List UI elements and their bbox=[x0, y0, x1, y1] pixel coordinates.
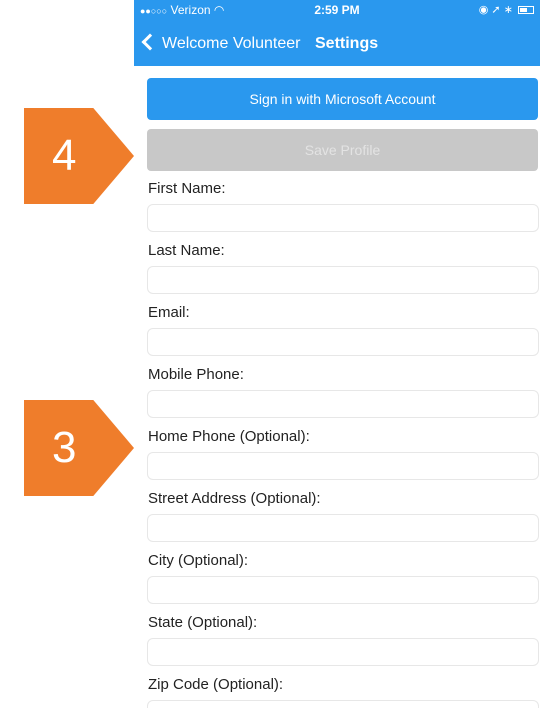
back-button-label: Welcome Volunteer bbox=[162, 35, 301, 52]
step-marker-3-number: 3 bbox=[52, 423, 77, 472]
status-right-icons: ◉ ➚ ∗ bbox=[479, 0, 534, 20]
mobile-phone-input[interactable] bbox=[147, 390, 539, 418]
home-phone-input[interactable] bbox=[147, 452, 539, 480]
state-input[interactable] bbox=[147, 638, 539, 666]
sign-in-microsoft-button[interactable]: Sign in with Microsoft Account bbox=[147, 78, 538, 120]
step-marker-4-number: 4 bbox=[52, 131, 77, 180]
save-profile-button[interactable]: Save Profile bbox=[147, 129, 538, 171]
home-phone-field: Home Phone (Optional): bbox=[147, 424, 540, 486]
last-name-label: Last Name: bbox=[148, 242, 225, 259]
location-bluetooth-icons: ◉ ➚ ∗ bbox=[478, 4, 513, 16]
first-name-field: First Name: bbox=[147, 176, 540, 238]
back-button[interactable]: Welcome Volunteer bbox=[141, 30, 301, 58]
mobile-phone-label: Mobile Phone: bbox=[148, 366, 244, 383]
home-phone-label: Home Phone (Optional): bbox=[148, 428, 310, 445]
street-address-label: Street Address (Optional): bbox=[148, 490, 321, 507]
title-bar: Welcome Volunteer Settings bbox=[134, 30, 540, 58]
mobile-phone-field: Mobile Phone: bbox=[147, 362, 540, 424]
street-address-input[interactable] bbox=[147, 514, 539, 542]
step-marker-3: 3 bbox=[24, 400, 134, 496]
zip-code-field: Zip Code (Optional): bbox=[147, 672, 540, 708]
city-field: City (Optional): bbox=[147, 548, 540, 610]
first-name-input[interactable] bbox=[147, 204, 539, 232]
email-field: Email: bbox=[147, 300, 540, 362]
step-marker-4: 4 bbox=[24, 108, 134, 204]
first-name-label: First Name: bbox=[148, 180, 226, 197]
phone-screen: ●●○○○ Verizon ◠ 2:59 PM ◉ ➚ ∗ Welcome Vo… bbox=[134, 0, 540, 708]
email-label: Email: bbox=[148, 304, 190, 321]
last-name-field: Last Name: bbox=[147, 238, 540, 300]
last-name-input[interactable] bbox=[147, 266, 539, 294]
state-field: State (Optional): bbox=[147, 610, 540, 672]
city-input[interactable] bbox=[147, 576, 539, 604]
navigation-bar: ●●○○○ Verizon ◠ 2:59 PM ◉ ➚ ∗ Welcome Vo… bbox=[134, 0, 540, 66]
email-input[interactable] bbox=[147, 328, 539, 356]
street-address-field: Street Address (Optional): bbox=[147, 486, 540, 548]
state-label: State (Optional): bbox=[148, 614, 258, 631]
page-title: Settings bbox=[315, 35, 379, 52]
chevron-left-icon bbox=[141, 33, 159, 51]
zip-code-input[interactable] bbox=[147, 700, 539, 708]
status-bar: ●●○○○ Verizon ◠ 2:59 PM ◉ ➚ ∗ bbox=[134, 0, 540, 20]
profile-form: First Name: Last Name: Email: Mobile Pho… bbox=[147, 176, 540, 708]
battery-icon bbox=[518, 6, 534, 15]
zip-code-label: Zip Code (Optional): bbox=[148, 676, 284, 693]
city-label: City (Optional): bbox=[148, 552, 249, 569]
